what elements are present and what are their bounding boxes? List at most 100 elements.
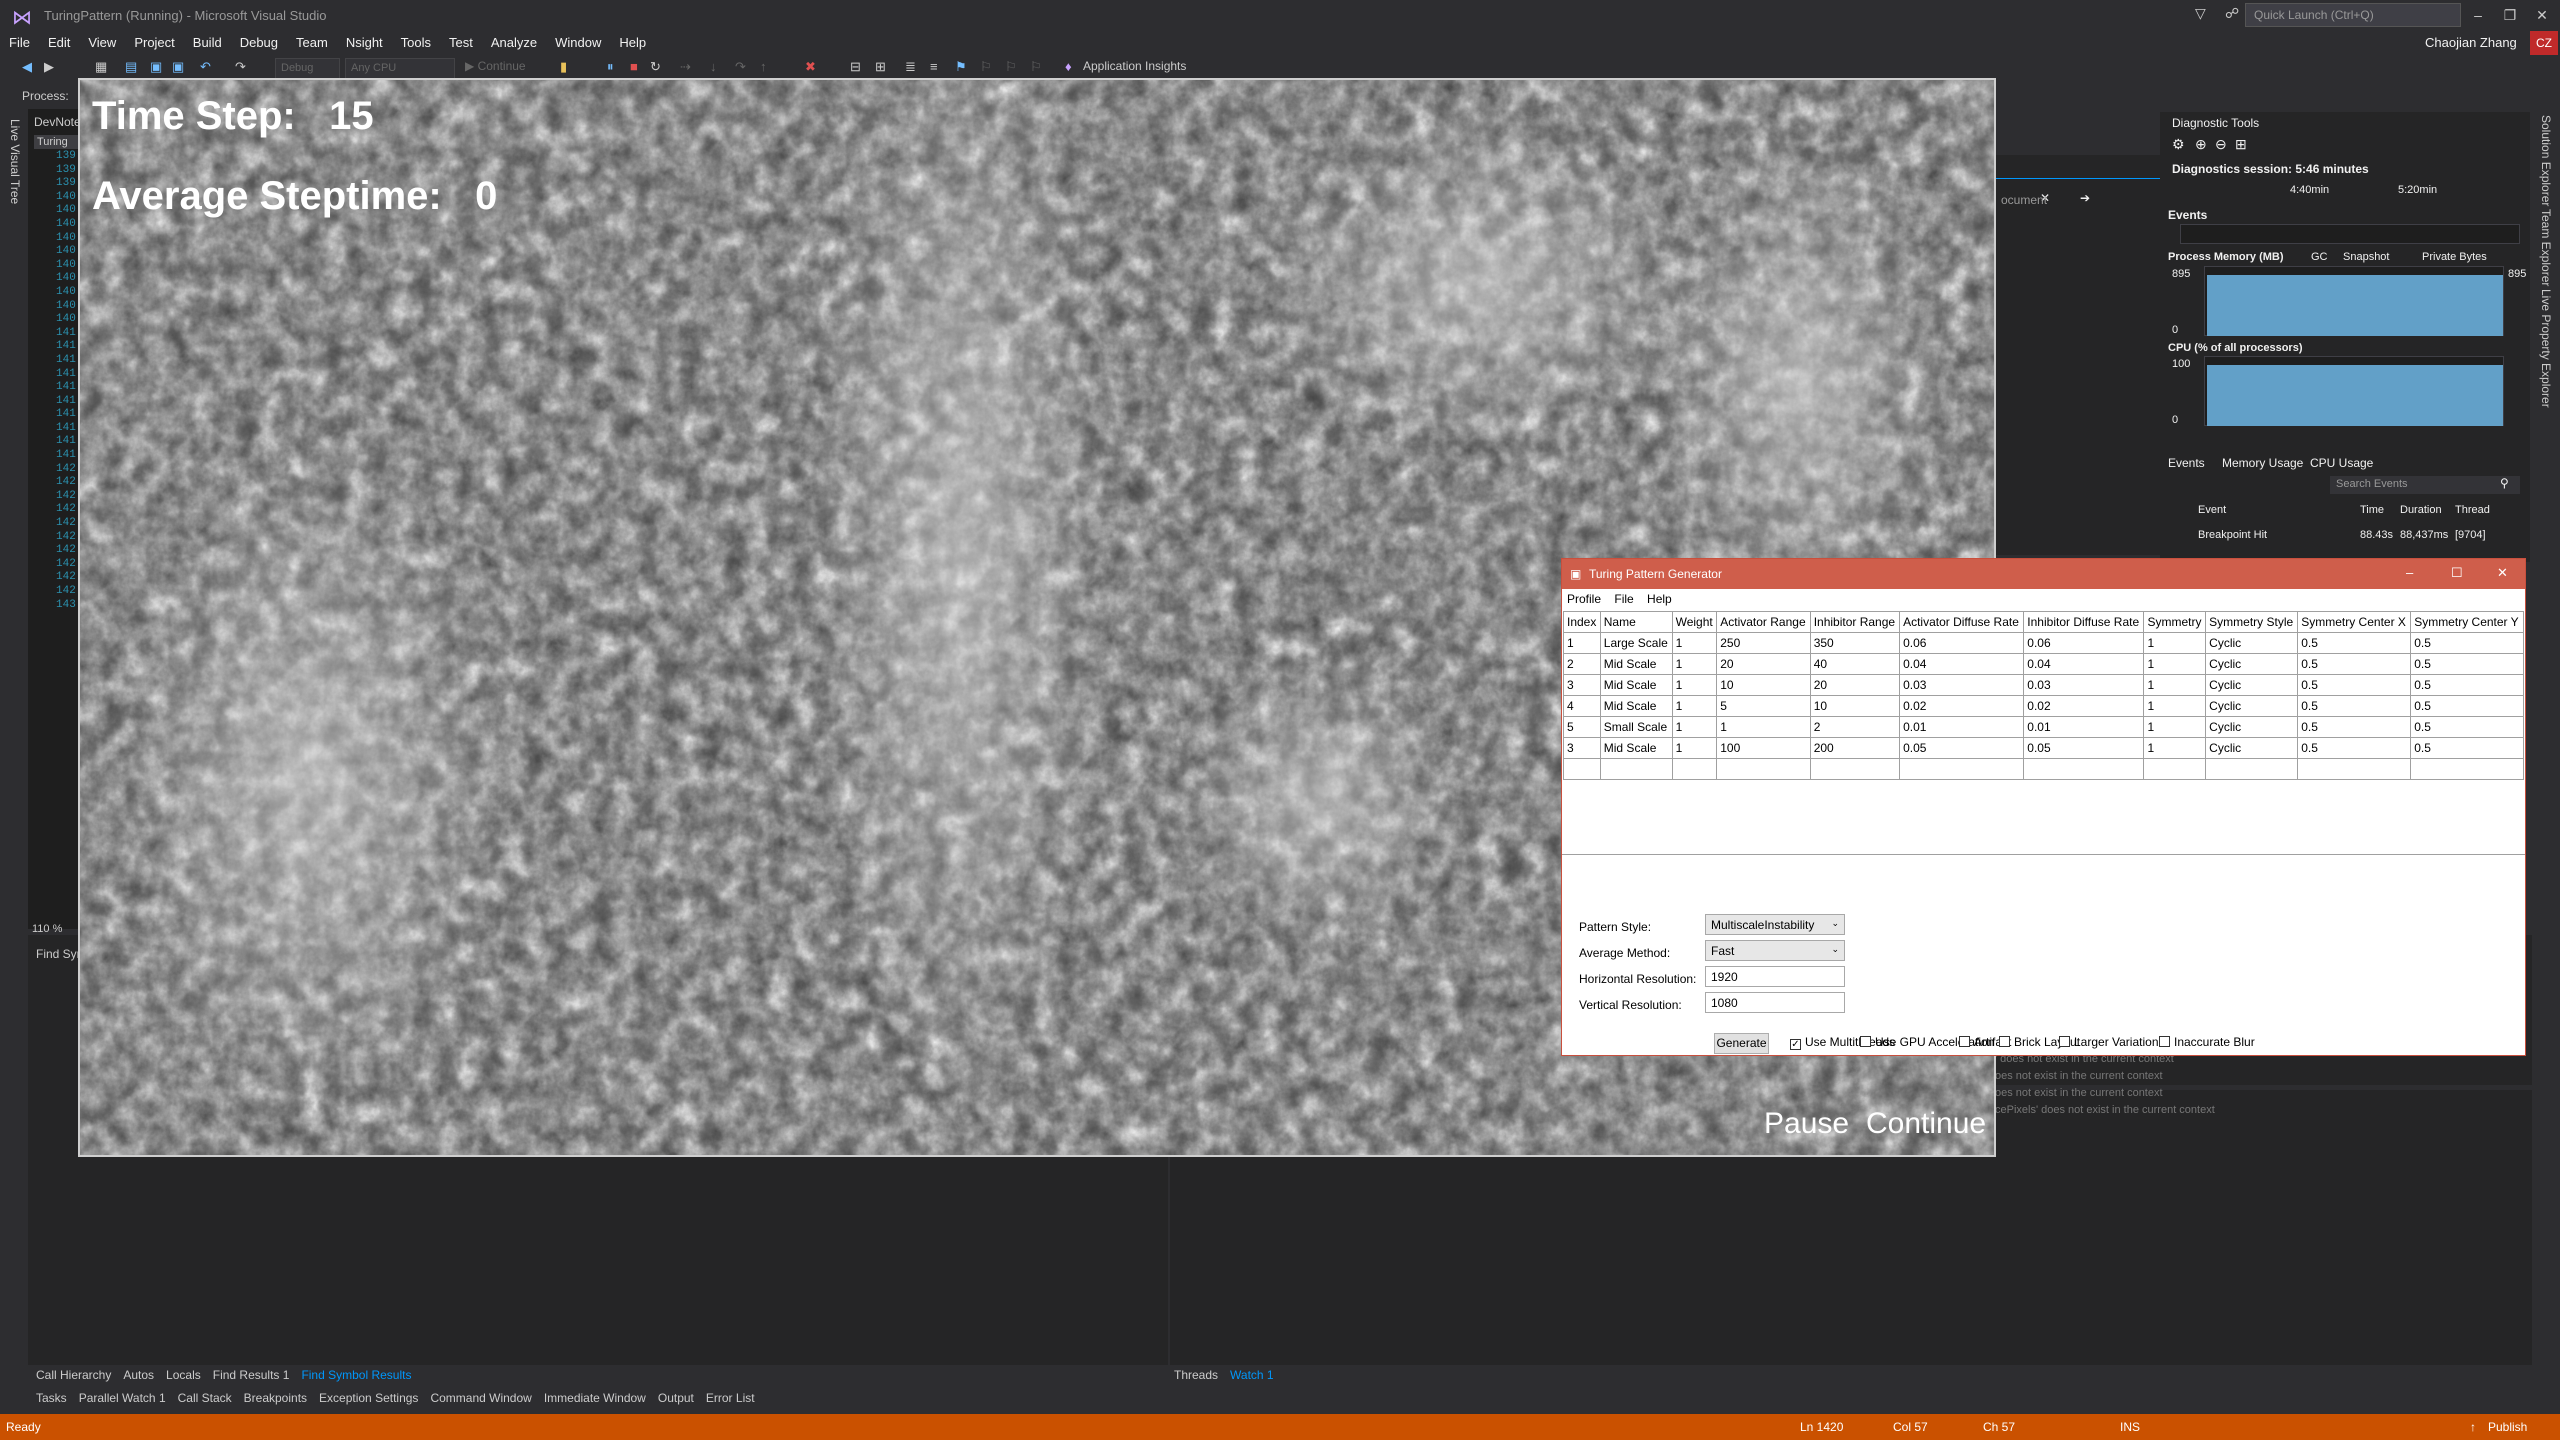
column-header[interactable]: Symmetry Style — [2205, 611, 2299, 633]
table-cell[interactable] — [1716, 758, 1811, 780]
table-cell[interactable] — [2143, 758, 2207, 780]
table-cell[interactable]: 2 — [1563, 653, 1601, 675]
tab-exception-settings[interactable]: Exception Settings — [313, 1388, 424, 1408]
table-cell[interactable]: Cyclic — [2205, 737, 2299, 759]
search-events-input[interactable]: Search Events — [2330, 476, 2520, 494]
table-cell[interactable]: Cyclic — [2205, 653, 2299, 675]
new-project-icon[interactable]: ▦ — [95, 59, 107, 75]
table-cell[interactable]: Cyclic — [2205, 632, 2299, 654]
column-header[interactable]: Inhibitor Range — [1809, 611, 1901, 633]
zoom-level[interactable]: 110 % — [32, 923, 62, 935]
table-cell[interactable]: 1 — [2143, 695, 2207, 717]
option-inaccurate-blur[interactable]: Inaccurate Blur — [2159, 1035, 2255, 1049]
save-all-icon[interactable]: ▣ — [172, 59, 184, 75]
table-cell[interactable]: 1 — [1671, 695, 1718, 717]
menu-nsight[interactable]: Nsight — [337, 31, 392, 54]
table-cell[interactable]: 0.05 — [2023, 737, 2145, 759]
prev-bookmark-icon[interactable]: ⚐ — [980, 59, 992, 75]
platform-select[interactable]: Any CPU — [345, 58, 455, 79]
table-cell[interactable]: 350 — [1809, 632, 1901, 654]
table-cell[interactable]: 0.5 — [2410, 737, 2524, 759]
tab-find-results-1[interactable]: Find Results 1 — [207, 1365, 296, 1385]
table-cell[interactable]: 1 — [1671, 716, 1718, 738]
table-cell[interactable]: 20 — [1809, 674, 1901, 696]
save-icon[interactable]: ▣ — [150, 59, 162, 75]
events-label[interactable]: Events — [2168, 208, 2207, 222]
layout-icon[interactable]: ⊞ — [875, 59, 886, 75]
table-cell[interactable]: 0.02 — [1899, 695, 2025, 717]
uncomment-icon[interactable]: ≡ — [930, 59, 938, 74]
menu-file[interactable]: File — [0, 31, 39, 54]
table-row[interactable]: 1 Large Scale 1 250 350 0.06 0.06 1 Cyclic 0.5 0.5 — [1563, 632, 2524, 654]
table-cell[interactable]: 0.5 — [2410, 632, 2524, 654]
column-header[interactable]: Symmetry — [2143, 611, 2207, 633]
table-cell[interactable]: 40 — [1809, 653, 1901, 675]
table-cell[interactable]: Cyclic — [2205, 695, 2299, 717]
search-icon[interactable]: ⚲ — [2500, 476, 2509, 490]
zoom-out-icon[interactable]: ⊖ — [2215, 136, 2227, 153]
checkbox[interactable] — [2059, 1036, 2070, 1047]
table-row[interactable]: 3 Mid Scale 1 100 200 0.05 0.05 1 Cyclic 0.5 0.5 — [1563, 737, 2524, 759]
average-method-select[interactable]: Fast ⌄ — [1705, 940, 1845, 961]
tab-parallel-watch-1[interactable]: Parallel Watch 1 — [73, 1388, 172, 1408]
tab-call-stack[interactable]: Call Stack — [172, 1388, 238, 1408]
table-cell[interactable]: 1 — [1671, 632, 1718, 654]
avatar[interactable]: CZ — [2530, 31, 2558, 55]
menu-profile[interactable]: Profile — [1562, 589, 1606, 609]
table-cell[interactable]: 3 — [1563, 674, 1601, 696]
undo-icon[interactable]: ↶ — [200, 59, 211, 75]
tab-events[interactable]: Events — [2168, 456, 2205, 470]
arrow-right-icon[interactable]: ➔ — [2080, 191, 2090, 205]
table-cell[interactable]: 0.5 — [2297, 674, 2412, 696]
tab-call-hierarchy[interactable]: Call Hierarchy — [30, 1365, 117, 1385]
table-cell[interactable]: 0.5 — [2297, 716, 2412, 738]
tab-find-symbol-results[interactable]: Find Symbol Results — [295, 1365, 417, 1385]
show-next-statement-icon[interactable]: ⇢ — [680, 59, 691, 75]
table-cell[interactable] — [2410, 758, 2524, 780]
table-cell[interactable]: 1 — [1716, 716, 1811, 738]
bookmark-icon[interactable]: ⚑ — [955, 59, 967, 75]
checkbox[interactable] — [2159, 1036, 2170, 1047]
menu-help[interactable]: Help — [610, 31, 655, 54]
pattern-style-select[interactable]: MultiscaleInstability ⌄ — [1705, 914, 1845, 935]
reset-zoom-icon[interactable]: ⊞ — [2235, 136, 2247, 153]
table-cell[interactable]: 1 — [1671, 653, 1718, 675]
redo-icon[interactable]: ↷ — [235, 59, 246, 75]
tab-tasks[interactable]: Tasks — [30, 1388, 73, 1408]
table-row[interactable]: 4 Mid Scale 1 5 10 0.02 0.02 1 Cyclic 0.5 0.5 — [1563, 695, 2524, 717]
checkbox[interactable]: ✓ — [1790, 1039, 1801, 1050]
menu-edit[interactable]: Edit — [39, 31, 79, 54]
table-cell[interactable]: 1 — [2143, 716, 2207, 738]
restore-icon[interactable]: ❐ — [2494, 2, 2526, 28]
table-cell[interactable]: 0.5 — [2297, 632, 2412, 654]
menu-view[interactable]: View — [79, 31, 125, 54]
feedback-icon[interactable]: ☍ — [2225, 5, 2239, 22]
column-header[interactable]: Symmetry Center X — [2297, 611, 2412, 633]
table-row[interactable]: 3 Mid Scale 1 10 20 0.03 0.03 1 Cyclic 0.5 0.5 — [1563, 674, 2524, 696]
table-cell[interactable]: 0.5 — [2410, 695, 2524, 717]
menu-analyze[interactable]: Analyze — [482, 31, 546, 54]
team-explorer-tab[interactable]: Team Explorer — [2539, 209, 2553, 286]
table-cell[interactable]: 0.05 — [1899, 737, 2025, 759]
menu-project[interactable]: Project — [125, 31, 183, 54]
menu-test[interactable]: Test — [440, 31, 482, 54]
table-cell[interactable] — [2023, 758, 2145, 780]
minimize-icon[interactable]: – — [2406, 565, 2413, 580]
pause-icon[interactable]: ▮ — [560, 59, 567, 75]
filter-icon[interactable]: ▽ — [2195, 5, 2206, 22]
new-row[interactable] — [1563, 758, 2524, 780]
table-cell[interactable]: 200 — [1809, 737, 1901, 759]
editor-tab-devnote[interactable]: DevNote — [34, 115, 81, 129]
align-icon[interactable]: ⊟ — [850, 59, 861, 75]
user-name[interactable]: Chaojian Zhang — [2425, 35, 2517, 50]
checkbox[interactable] — [1860, 1036, 1871, 1047]
table-cell[interactable]: 0.06 — [1899, 632, 2025, 654]
option-larger-variation[interactable]: Larger Variation — [2059, 1035, 2159, 1049]
table-cell[interactable]: 5 — [1716, 695, 1811, 717]
editor-tab-file[interactable]: Turing — [34, 135, 84, 149]
table-cell[interactable]: 1 — [1671, 674, 1718, 696]
table-cell[interactable]: Large Scale — [1599, 632, 1673, 654]
menu-window[interactable]: Window — [546, 31, 610, 54]
table-cell[interactable]: 0.5 — [2410, 716, 2524, 738]
table-cell[interactable] — [1671, 758, 1718, 780]
